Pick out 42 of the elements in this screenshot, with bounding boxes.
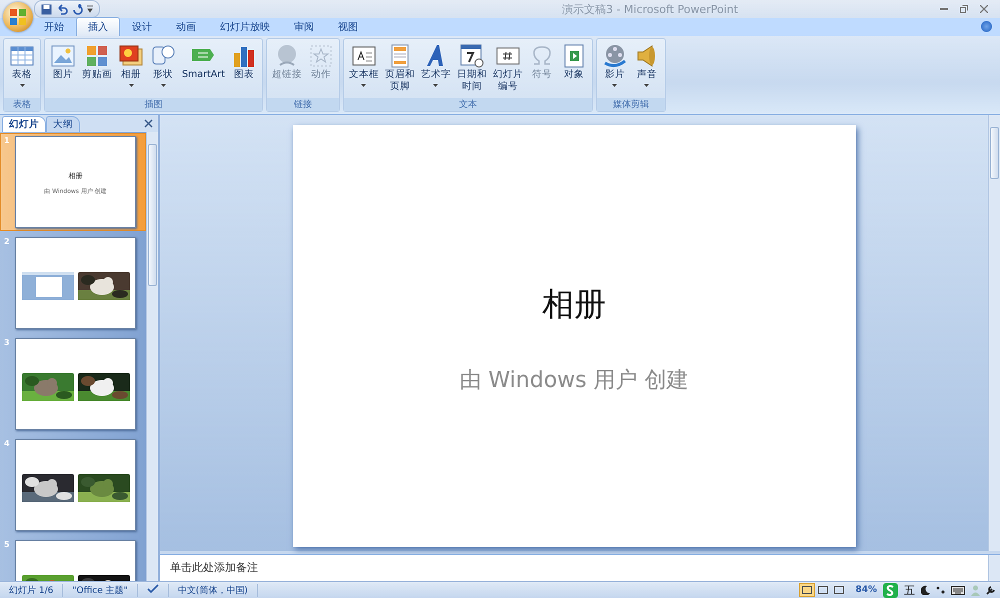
group-label: 文本 bbox=[344, 98, 592, 111]
slide-number: 3 bbox=[4, 338, 11, 349]
ribbon-button[interactable]: 页眉和 页脚 bbox=[382, 41, 418, 98]
slide-counter: 幻灯片 1/6 bbox=[0, 584, 64, 596]
ribbon-button[interactable]: 图表 bbox=[228, 41, 260, 98]
ribbon-tab[interactable]: 设计 bbox=[120, 17, 164, 36]
ribbon-button[interactable]: 声音 bbox=[630, 41, 663, 98]
ribbon-tab[interactable]: 开始 bbox=[32, 17, 76, 36]
group-label: 表格 bbox=[4, 98, 40, 111]
panel-tab[interactable]: 大纲 bbox=[46, 116, 80, 132]
ribbon-button[interactable]: 形状 bbox=[147, 41, 179, 98]
ribbon-tab[interactable]: 审阅 bbox=[282, 17, 326, 36]
ribbon-tab[interactable]: 插入 bbox=[76, 17, 120, 36]
slide-number: 1 bbox=[4, 136, 11, 147]
panel-tab[interactable]: 幻灯片 bbox=[2, 116, 46, 132]
ribbon-button[interactable]: 影片 bbox=[598, 41, 631, 98]
ribbon-button[interactable]: 剪贴画 bbox=[79, 41, 115, 98]
ribbon-button[interactable]: 日期和 时间 bbox=[454, 41, 490, 98]
ribbon-button[interactable]: 艺术字 bbox=[418, 41, 454, 98]
ribbon-button[interactable]: SmartArt bbox=[179, 41, 228, 98]
group-label: 链接 bbox=[266, 98, 339, 111]
ribbon-tab[interactable]: 动画 bbox=[164, 17, 208, 36]
ime-mode[interactable]: 五 bbox=[904, 582, 915, 598]
ribbon-button[interactable]: 对象 bbox=[558, 41, 590, 98]
slide-number: 4 bbox=[4, 439, 11, 450]
slide-title: 相册 bbox=[542, 284, 606, 325]
language: 中文(简体，中国) bbox=[168, 584, 258, 596]
zoom-level[interactable]: 84% bbox=[847, 585, 883, 595]
ribbon-tab[interactable]: 视图 bbox=[326, 17, 370, 36]
ribbon-tab[interactable]: 幻灯片放映 bbox=[208, 17, 282, 36]
group-label: 媒体剪辑 bbox=[596, 98, 665, 111]
group-label: 插图 bbox=[45, 98, 262, 111]
window-title: 演示文稿3 - Microsoft PowerPoint bbox=[560, 2, 740, 16]
slide-number: 2 bbox=[4, 237, 11, 248]
slide-subtitle: 由 Windows 用户 创建 bbox=[459, 367, 689, 395]
ribbon-button[interactable]: 图片 bbox=[47, 41, 79, 98]
theme-name: "Office 主题" bbox=[63, 584, 138, 596]
ribbon-button[interactable]: 表格 bbox=[6, 41, 38, 98]
ribbon-button[interactable]: 文本框 bbox=[346, 41, 382, 98]
ribbon-button[interactable]: 幻灯片 编号 bbox=[490, 41, 526, 98]
ribbon-button[interactable]: 相册 bbox=[115, 41, 147, 98]
slide-number: 5 bbox=[4, 540, 11, 551]
